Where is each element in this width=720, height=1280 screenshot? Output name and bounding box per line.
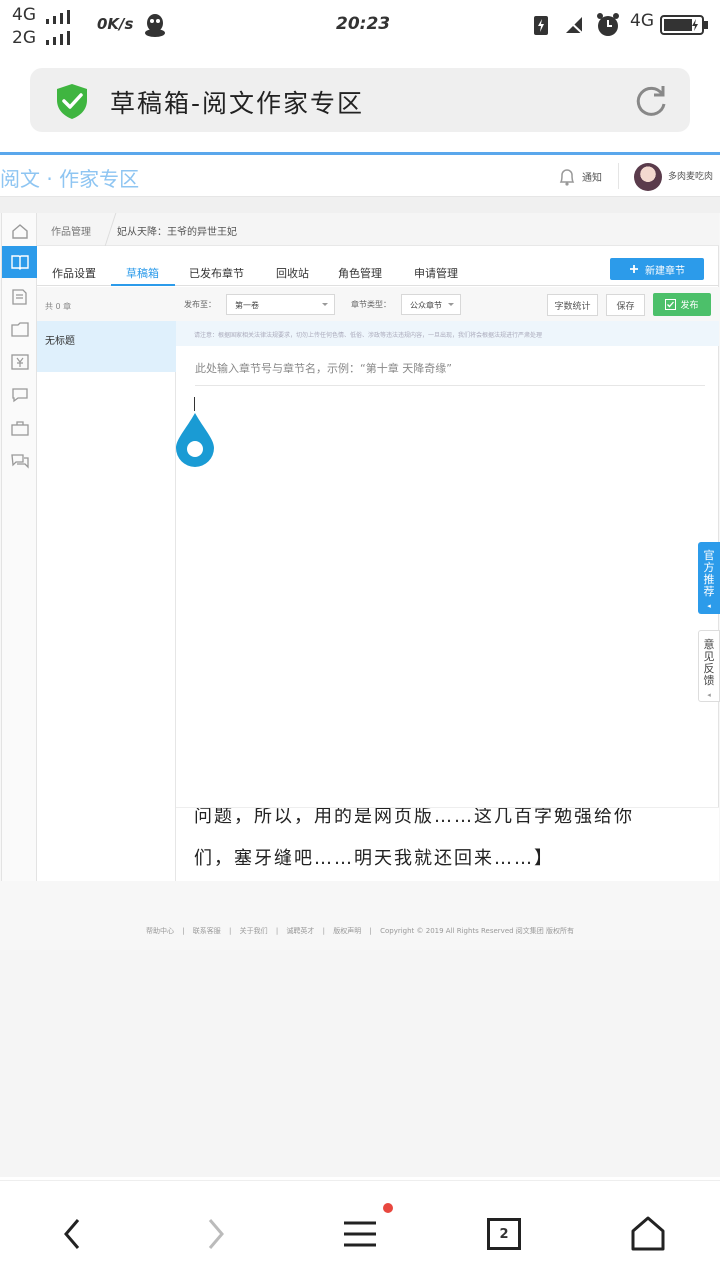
back-button[interactable]: [48, 1209, 98, 1259]
book-icon: [11, 255, 29, 270]
checkbox-icon: [665, 299, 677, 310]
chapter-type-select[interactable]: 公众章节: [401, 294, 461, 315]
home-button[interactable]: [623, 1209, 673, 1259]
official-recommend-float[interactable]: 官方推荐 ◂: [698, 542, 720, 614]
home-icon[interactable]: [11, 223, 29, 239]
browser-navbar: 2: [0, 1180, 720, 1280]
editor-body[interactable]: 问题，所以，用的是网页版……这几百字勉强给你 们，塞牙缝吧……明天我就还回来………: [176, 807, 719, 881]
main-panel: 作品管理 妃从天降：王爷的异世王妃 作品设置 草稿箱 已发布章节 回收站 角色管…: [37, 213, 719, 881]
new-chapter-label: 新建章节: [645, 265, 685, 277]
caret-left-icon: ◂: [707, 691, 711, 699]
feedback-label: 意见反馈: [703, 638, 715, 687]
chapter-title-input[interactable]: 此处输入章节号与章节名，示例：“第十章 天降奇缘”: [195, 360, 452, 376]
plus-icon: [630, 265, 638, 273]
chevron-right-icon: [208, 1219, 224, 1249]
breadcrumb-separator: [93, 213, 117, 246]
signal-icon: [46, 8, 70, 24]
refresh-icon[interactable]: [632, 82, 670, 120]
notification-dot: [383, 1203, 393, 1213]
footer-link-service[interactable]: 联系客服: [193, 927, 221, 935]
document-edit-icon[interactable]: [11, 289, 29, 305]
tab-drafts[interactable]: 草稿箱: [126, 265, 159, 281]
footer: 帮助中心 | 联系客服 | 关于我们 | 诚聘英才 | 版权声明 | Copyr…: [145, 927, 575, 935]
icon-rail: [1, 213, 37, 881]
save-button[interactable]: 保存: [606, 294, 645, 316]
publish-to-label: 发布至：: [184, 300, 216, 309]
battery-icon: [660, 15, 708, 35]
status-bar: 4G 2G 0K/s 20:23 4G: [0, 0, 720, 50]
clock: 20:23: [336, 14, 391, 34]
briefcase-icon[interactable]: [11, 420, 29, 436]
feedback-float[interactable]: 意见反馈 ◂: [698, 630, 720, 702]
network-type-3: 4G: [630, 11, 654, 31]
content-notice: 请注意：根据国家相关法律法规要求，切勿上传任何色情、低俗、涉政等违法违规内容，一…: [176, 321, 719, 346]
site-header: 阅文 · 作家专区 通知 多肉麦吃肉: [0, 155, 720, 197]
chat-icon[interactable]: [11, 387, 29, 403]
folder-icon[interactable]: [11, 321, 29, 337]
rail-item-works-active[interactable]: [2, 246, 37, 278]
body-line-1: 问题，所以，用的是网页版……这几百字勉强给你: [194, 807, 634, 827]
breadcrumb-root[interactable]: 作品管理: [51, 223, 91, 238]
signal-icon: [46, 29, 70, 45]
body-line-2: 们，塞牙缝吧……明天我就还回来……】: [194, 848, 554, 869]
menu-button[interactable]: [335, 1203, 393, 1259]
editor-toolbar: 发布至： 第一卷 章节类型： 公众章节 字数统计 保存 发布: [176, 287, 719, 321]
chapter-type-label: 章节类型：: [351, 300, 391, 309]
tab-applications[interactable]: 申请管理: [414, 265, 458, 281]
footer-link-copyright-notice[interactable]: 版权声明: [333, 927, 361, 935]
menu-icon: [344, 1221, 376, 1247]
tab-work-settings[interactable]: 作品设置: [52, 265, 96, 281]
page-title: 草稿箱-阅文作家专区: [110, 89, 365, 118]
tabs-button[interactable]: 2: [479, 1209, 529, 1259]
breadcrumb: 作品管理 妃从天降：王爷的异世王妃: [37, 213, 719, 246]
breadcrumb-work: 妃从天降：王爷的异世王妃: [117, 227, 237, 238]
battery-charging-icon: [534, 16, 548, 35]
active-tab-indicator: [111, 284, 175, 286]
volume-select[interactable]: 第一卷: [226, 294, 335, 315]
tab-recycle[interactable]: 回收站: [276, 265, 309, 281]
footer-link-about[interactable]: 关于我们: [240, 927, 268, 935]
qq-icon: [145, 14, 165, 37]
publish-button[interactable]: 发布: [653, 293, 711, 316]
publish-label: 发布: [680, 301, 699, 311]
tab-count: 2: [487, 1218, 521, 1250]
new-chapter-button[interactable]: 新建章节: [610, 258, 704, 280]
yen-icon[interactable]: [11, 354, 29, 370]
network-type-2: 2G: [12, 28, 36, 48]
shield-check-icon: [57, 84, 87, 119]
title-underline: [195, 385, 705, 386]
chevron-left-icon: [64, 1219, 80, 1249]
footer-link-help[interactable]: 帮助中心: [146, 927, 174, 935]
footer-copyright: Copyright © 2019 All Rights Reserved 阅文集…: [380, 927, 575, 935]
web-page: 阅文 · 作家专区 通知 多肉麦吃肉 作品管理 妃从天降：王爷的异世王妃 作品设…: [0, 152, 720, 1177]
address-bar[interactable]: 草稿箱-阅文作家专区: [30, 68, 690, 132]
user-name[interactable]: 多肉麦吃肉: [668, 169, 713, 182]
mute-icon: [564, 16, 584, 35]
page-bottom-area: [0, 950, 720, 1177]
header-spacer: [0, 197, 720, 213]
home-icon: [631, 1216, 665, 1251]
site-logo[interactable]: 阅文 · 作家专区: [0, 163, 139, 192]
cursor-handle-icon[interactable]: [174, 409, 216, 469]
network-type-1: 4G: [12, 5, 36, 25]
tab-published[interactable]: 已发布章节: [189, 265, 244, 281]
tab-roles[interactable]: 角色管理: [338, 265, 382, 281]
alarm-icon: [597, 13, 619, 36]
word-count-button[interactable]: 字数统计: [547, 294, 598, 316]
tab-bar: 作品设置 草稿箱 已发布章节 回收站 角色管理 申请管理 新建章节: [37, 246, 719, 286]
network-speed: 0K/s: [97, 15, 134, 33]
header-divider: [618, 163, 619, 189]
chapter-item[interactable]: 无标题: [37, 321, 176, 372]
comments-icon[interactable]: [11, 453, 29, 469]
chapter-list: 共 0 章 无标题: [37, 287, 176, 881]
footer-link-jobs[interactable]: 诚聘英才: [286, 927, 314, 935]
avatar[interactable]: [634, 163, 662, 191]
forward-button[interactable]: [190, 1209, 240, 1259]
bell-icon[interactable]: [558, 167, 576, 187]
recommend-label: 官方推荐: [703, 549, 715, 598]
caret-left-icon: ◂: [707, 602, 711, 610]
chapter-count: 共 0 章: [37, 287, 176, 321]
notification-link[interactable]: 通知: [582, 169, 602, 184]
